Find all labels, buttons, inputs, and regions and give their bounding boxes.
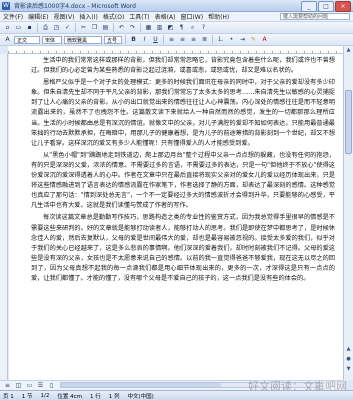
paragraph[interactable]: 每次读这篇文章总是勤勤写作技巧，思路构造之类的专业性的鉴赏方式，因为我总觉得手里…	[31, 213, 335, 284]
scroll-up-icon[interactable]: ▲	[345, 47, 352, 54]
cut-icon[interactable]: ✂	[79, 23, 88, 32]
bullets-icon[interactable]: •	[227, 35, 236, 44]
new-icon[interactable]: ▫	[3, 23, 12, 32]
align-right-icon[interactable]: ≡	[189, 35, 198, 44]
numbering-icon[interactable]: ⒈	[216, 35, 225, 44]
close-button[interactable]: ×	[335, 1, 351, 12]
vertical-scrollbar[interactable]: ▲ ▲ ● ▼	[343, 46, 353, 380]
status-page: 页 1	[3, 393, 14, 400]
toolbar-separator	[113, 23, 114, 32]
toolbar-separator	[125, 35, 126, 44]
select-browse-icon[interactable]: ●	[345, 356, 352, 363]
vertical-scroll-thumb[interactable]	[345, 90, 352, 154]
open-icon[interactable]: ▭	[14, 23, 23, 32]
menu-bar: 文件(F) 编辑(E) 视图(V) 插入(I) 格式(O) 工具(T) 表格(A…	[0, 12, 353, 22]
next-page-icon[interactable]: ▼	[345, 366, 352, 373]
status-page-of: 1/2	[40, 392, 50, 399]
print-preview-icon[interactable]: ◳	[52, 23, 61, 32]
paragraph[interactable]: 生活中的我们常常这样或那样的背影，但我们却常常忽略它，背影究竟包含着些什么呢，我…	[31, 56, 335, 76]
status-bar: 页 1 1 节 1/2 位置 4cm 1 行 1 列 中文(中国)	[0, 390, 353, 400]
show-hide-icon[interactable]: ¶	[177, 23, 186, 32]
toolbar-separator	[163, 35, 164, 44]
highlight-icon[interactable]: ✎	[249, 35, 258, 44]
latin-font-select[interactable]: 微软雅黑	[64, 35, 102, 44]
align-left-icon[interactable]: ≡	[167, 35, 176, 44]
reading-view-icon[interactable]: ▯	[47, 381, 56, 390]
zoom-icon[interactable]: ⌕	[188, 23, 197, 32]
toolbar-separator	[212, 35, 213, 44]
paragraph[interactable]: 恩格严父似乎是一个对子女的处理模式：更多的时候我们面讯在母亲的同时中，对于父亲的…	[31, 78, 335, 149]
font-color-icon[interactable]: A	[260, 35, 269, 44]
spell-check-icon[interactable]: ✓	[63, 23, 72, 32]
outline-view-icon[interactable]: ☰	[36, 381, 45, 390]
style-select[interactable]: 正文	[14, 35, 40, 44]
status-position: 位置 4cm	[57, 393, 82, 400]
font-size-select[interactable]: 五号	[104, 35, 122, 44]
toolbar-separator	[75, 23, 76, 32]
redo-icon[interactable]: ↷	[128, 23, 137, 32]
horizontal-scroll-thumb[interactable]	[61, 383, 221, 387]
menu-help[interactable]: 帮助(H)	[208, 12, 229, 21]
justify-icon[interactable]: ≣	[200, 35, 209, 44]
printer-icon[interactable]: ⎙	[41, 23, 50, 32]
menu-window[interactable]: 窗口(W)	[180, 12, 203, 21]
help-icon[interactable]: ?	[199, 23, 208, 32]
drawing-icon[interactable]: ◩	[166, 23, 175, 32]
status-line: 1 行	[90, 393, 101, 400]
maximize-button[interactable]: □	[318, 1, 334, 12]
floppy-icon[interactable]: ▪	[25, 23, 34, 32]
toolbar-separator	[37, 23, 38, 32]
italic-icon[interactable]: I	[140, 35, 149, 44]
menu-edit[interactable]: 编辑(E)	[28, 12, 48, 21]
align-center-icon[interactable]: ≡	[178, 35, 187, 44]
indent-icon[interactable]: ⇥	[238, 35, 247, 44]
help-search-input[interactable]: 键入需要帮助的问题	[280, 13, 350, 20]
window-title: 背影读后感1000字4.docx - Microsoft Word	[14, 3, 136, 10]
menu-file[interactable]: 文件(F)	[3, 12, 23, 21]
print-view-icon[interactable]: ▭	[25, 381, 34, 390]
word-app-icon: W	[2, 2, 10, 10]
document-body[interactable]: 生活中的我们常常这样或那样的背影，但我们却常常忽略它，背影究竟包含着些什么呢，我…	[31, 56, 335, 284]
menu-tools[interactable]: 工具(T)	[129, 12, 149, 21]
formatting-toolbar: A 正文 宋体 微软雅黑 五号 B I U ≡ ≡ ≡ ≣ ⒈ • ⇥ ✎ A	[0, 34, 353, 46]
bold-icon[interactable]: B	[129, 35, 138, 44]
paste-icon[interactable]: ▤	[101, 23, 110, 32]
toolbar-separator	[140, 23, 141, 32]
table-icon[interactable]: ▦	[144, 23, 153, 32]
status-column: 1 列	[108, 393, 120, 400]
minimize-button[interactable]: _	[301, 1, 317, 12]
normal-view-icon[interactable]: ≡	[3, 381, 12, 390]
copy-icon[interactable]: ❐	[90, 23, 99, 32]
menu-format[interactable]: 格式(O)	[103, 12, 124, 21]
menu-table[interactable]: 表格(A)	[155, 12, 176, 21]
prev-page-icon[interactable]: ▲	[345, 346, 352, 353]
font-select[interactable]: 宋体	[42, 35, 62, 44]
menu-insert[interactable]: 插入(I)	[79, 12, 97, 21]
paragraph[interactable]: 从"黑色小帽"到"蹒跚地走到铁道边，爬上那边月台"整个过程中父亲一点点想的躲藏，…	[31, 151, 335, 212]
underline-icon[interactable]: U	[151, 35, 160, 44]
menu-view[interactable]: 视图(V)	[54, 12, 75, 21]
title-bar: W 背影读后感1000字4.docx - Microsoft Word _ □ …	[0, 0, 353, 12]
horizontal-ruler[interactable]	[8, 46, 353, 54]
status-section: 1 节	[21, 393, 33, 400]
status-language: 中文(中国)	[127, 393, 154, 400]
standard-toolbar: ▫ ▭ ▪ ⎙ ◳ ✓ ✂ ❐ ▤ ↶ ↷ ▦ ▥ ◩ ¶ ⌕ ?	[0, 22, 353, 34]
vertical-ruler[interactable]	[0, 54, 8, 380]
document-page[interactable]: 生活中的我们常常这样或那样的背影，但我们却常常忽略它，背影究竟包含着些什么呢，我…	[9, 54, 343, 380]
web-view-icon[interactable]: ◫	[14, 381, 23, 390]
undo-icon[interactable]: ↶	[117, 23, 126, 32]
styles-pane-icon[interactable]: A	[3, 35, 12, 44]
columns-icon[interactable]: ▥	[155, 23, 164, 32]
